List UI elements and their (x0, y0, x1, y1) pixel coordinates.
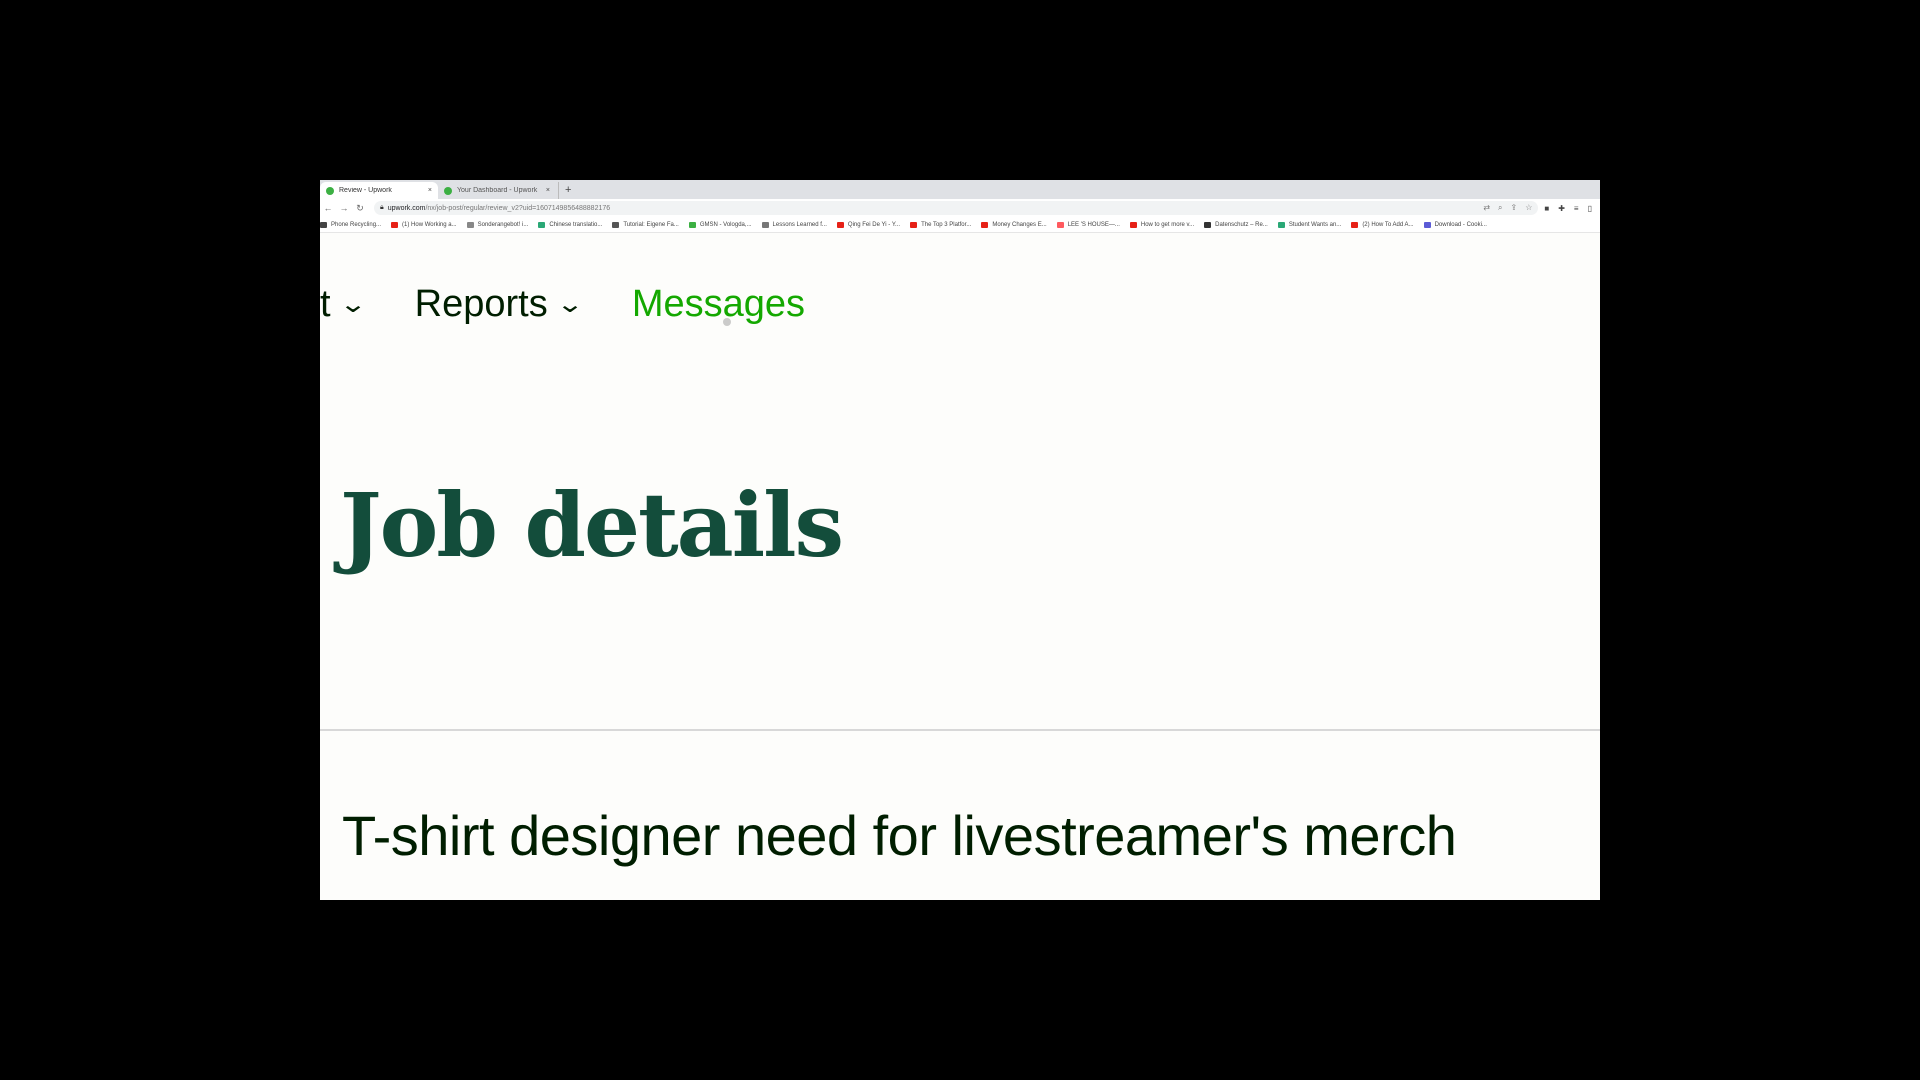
bookmark-star-icon[interactable]: ☆ (1525, 203, 1532, 213)
top-navigation: t ⌄ Reports ⌄ Messages (320, 283, 857, 326)
side-panel-icon[interactable]: ▯ (1588, 204, 1592, 213)
bookmark-label: (2) How To Add A... (1362, 221, 1414, 228)
bookmark-favicon-icon (1056, 221, 1064, 228)
tab-your-dashboard[interactable]: Your Dashboard - Upwork × (438, 182, 556, 199)
url-host: upwork.com (387, 204, 426, 212)
bookmark-item[interactable]: Sonderangebot! i... (466, 221, 529, 228)
tab-strip: Review - Upwork × Your Dashboard - Upwor… (320, 180, 1600, 199)
nav-item-label: Messages (631, 283, 806, 325)
bookmark-item[interactable]: Lessons Learned f... (761, 221, 827, 228)
close-tab-icon[interactable]: × (428, 187, 432, 194)
chevron-down-icon: ⌄ (338, 291, 367, 318)
tab-review-upwork[interactable]: Review - Upwork × (320, 182, 438, 199)
bookmark-label: Datenschutz – Re... (1215, 221, 1268, 228)
extensions-puzzle-icon[interactable]: ✚ (1558, 204, 1565, 213)
bookmark-favicon-icon (1277, 221, 1285, 228)
close-tab-icon[interactable]: × (546, 187, 550, 194)
nav-item-reports[interactable]: Reports ⌄ (414, 283, 584, 326)
bookmark-label: How to get more v... (1140, 221, 1195, 228)
bookmark-favicon-icon (466, 221, 474, 228)
browser-toolbar: ← → ↻ 🔒︎ upwork.com/nx/job-post/regular/… (320, 199, 1600, 217)
bookmark-item[interactable]: Chinese translatio... (538, 221, 603, 228)
bookmark-item[interactable]: Student Wants an... (1277, 221, 1342, 228)
bookmark-label: Student Wants an... (1288, 221, 1342, 228)
facebook-extension-icon[interactable]: ■ (1544, 204, 1549, 213)
tab-label: Review - Upwork (339, 187, 392, 194)
upwork-favicon-icon (326, 186, 334, 195)
bookmark-label: GMSN - Vologda,... (699, 221, 752, 228)
bookmark-favicon-icon (391, 221, 399, 228)
bookmark-favicon-icon (1423, 221, 1431, 228)
tab-label: Your Dashboard - Upwork (457, 187, 538, 194)
bookmark-item[interactable]: (1) How Working a... (391, 221, 457, 228)
bookmarks-bar: Phone Recycling... (1) How Working a... So… (320, 217, 1600, 233)
bookmark-favicon-icon (761, 221, 769, 228)
section-divider (320, 729, 1600, 731)
bookmark-favicon-icon (688, 221, 696, 228)
bookmark-label: Money Changes E... (992, 221, 1047, 228)
bookmark-favicon-icon (1129, 221, 1137, 228)
bookmark-favicon-icon (612, 221, 620, 228)
bookmark-favicon-icon (910, 221, 918, 228)
page-title: Job details (340, 473, 844, 577)
upwork-page: t ⌄ Reports ⌄ Messages Job details T-shi… (320, 233, 1600, 900)
nav-item-messages[interactable]: Messages (632, 283, 805, 326)
zoom-icon[interactable]: ⌕ (1498, 203, 1502, 213)
new-tab-button[interactable]: + (558, 182, 577, 199)
bookmark-favicon-icon (1204, 221, 1212, 228)
bookmark-item[interactable]: Download - Cooki... (1423, 221, 1487, 228)
bookmark-label: Phone Recycling... (331, 221, 382, 228)
bookmark-item[interactable]: The Top 3 Platfor... (910, 221, 972, 228)
back-arrow-icon[interactable]: ← (320, 203, 336, 213)
upwork-favicon-icon (444, 186, 452, 195)
nav-item-truncated[interactable]: t ⌄ (320, 283, 367, 326)
bookmark-favicon-icon (1351, 221, 1359, 228)
bookmark-label: Qing Fei De Yi - Y... (847, 221, 901, 228)
chevron-down-icon: ⌄ (555, 291, 584, 318)
bookmark-favicon-icon (981, 221, 989, 228)
lock-icon: 🔒︎ (380, 204, 384, 211)
reload-icon[interactable]: ↻ (352, 203, 368, 214)
url-path: /nx/job-post/regular/review_v2?uid=16071… (425, 204, 611, 212)
nav-item-label: t (320, 283, 331, 325)
forward-arrow-icon[interactable]: → (336, 203, 352, 213)
share-icon[interactable]: ⇪ (1511, 203, 1518, 213)
bookmark-item[interactable]: LEE 'S HOUSE—... (1056, 221, 1120, 228)
bookmark-item[interactable]: Datenschutz – Re... (1204, 221, 1268, 228)
browser-window: Review - Upwork × Your Dashboard - Upwor… (320, 180, 1600, 900)
bookmark-label: Chinese translatio... (549, 221, 603, 228)
bookmark-label: Sonderangebot! i... (477, 221, 529, 228)
bookmark-favicon-icon (836, 221, 844, 228)
nav-item-label: Reports (414, 283, 548, 325)
bookmark-favicon-icon (538, 221, 546, 228)
bookmark-item[interactable]: Money Changes E... (981, 221, 1047, 228)
bookmark-item[interactable]: Phone Recycling... (320, 221, 382, 228)
mouse-cursor (723, 318, 731, 326)
reading-list-icon[interactable]: ≡ (1574, 204, 1579, 213)
translate-icon[interactable]: ⇄ (1483, 203, 1490, 213)
address-bar[interactable]: 🔒︎ upwork.com/nx/job-post/regular/review… (374, 201, 1539, 215)
bookmark-item[interactable]: GMSN - Vologda,... (688, 221, 752, 228)
bookmark-item[interactable]: Tutorial: Eigene Fa... (612, 221, 679, 228)
bookmark-label: Tutorial: Eigene Fa... (623, 221, 679, 228)
bookmark-favicon-icon (320, 221, 327, 228)
bookmark-label: Lessons Learned f... (772, 221, 827, 228)
bookmark-item[interactable]: (2) How To Add A... (1351, 221, 1414, 228)
bookmark-label: The Top 3 Platfor... (921, 221, 972, 228)
bookmark-item[interactable]: Qing Fei De Yi - Y... (836, 221, 901, 228)
bookmark-label: LEE 'S HOUSE—... (1067, 221, 1120, 228)
job-title: T-shirt designer need for livestreamer's… (342, 804, 1457, 867)
bookmark-label: (1) How Working a... (402, 221, 457, 228)
bookmark-item[interactable]: How to get more v... (1129, 221, 1195, 228)
bookmark-label: Download - Cooki... (1434, 221, 1487, 228)
